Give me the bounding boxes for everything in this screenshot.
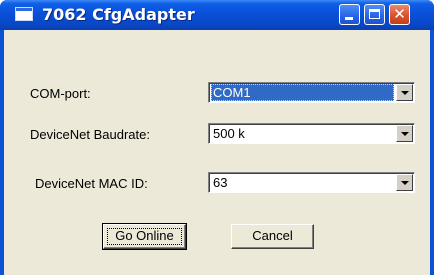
window-title: 7062 CfgAdapter <box>42 5 195 24</box>
baudrate-select[interactable]: 500 k <box>208 123 415 144</box>
close-button[interactable]: ✕ <box>389 4 410 25</box>
window-app-icon <box>15 7 33 21</box>
maximize-button[interactable] <box>364 4 385 25</box>
com-port-value: COM1 <box>211 84 394 101</box>
cancel-label: Cancel <box>252 228 293 243</box>
minimize-button[interactable] <box>339 4 360 25</box>
mac-id-label: DeviceNet MAC ID: <box>35 176 148 191</box>
baudrate-label: DeviceNet Baudrate: <box>30 127 150 142</box>
mac-id-select[interactable]: 63 <box>208 172 415 193</box>
close-icon: ✕ <box>393 5 406 23</box>
baudrate-value: 500 k <box>213 126 245 141</box>
go-online-button[interactable]: Go Online <box>102 223 187 250</box>
title-bar[interactable]: 7062 CfgAdapter ✕ <box>0 0 434 30</box>
com-port-select[interactable]: COM1 <box>208 82 415 103</box>
chevron-down-icon[interactable] <box>396 84 413 101</box>
focus-ring <box>107 228 182 245</box>
com-port-label: COM-port: <box>30 86 91 101</box>
mac-id-value: 63 <box>213 175 228 190</box>
chevron-down-icon[interactable] <box>396 174 413 191</box>
cancel-button[interactable]: Cancel <box>231 224 314 249</box>
dialog-body: COM-port: COM1 DeviceNet Baudrate: 500 k… <box>4 30 430 275</box>
chevron-down-icon[interactable] <box>396 125 413 142</box>
dialog-window: 7062 CfgAdapter ✕ COM-port: COM1 DeviceN… <box>0 0 434 275</box>
